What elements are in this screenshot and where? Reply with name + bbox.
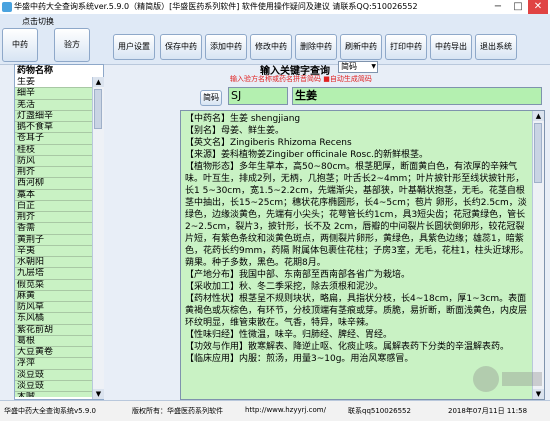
list-item[interactable]: 浮萍	[15, 358, 92, 370]
watermark-logo-icon	[473, 366, 542, 392]
list-item[interactable]: 羌活	[15, 99, 92, 111]
save-herb-button[interactable]: 保存中药	[160, 34, 202, 60]
list-item[interactable]: 木贼	[15, 392, 92, 397]
status-version: 华盛中药大全查询系统v5.9.0	[4, 407, 96, 415]
detail-paragraph: 【中药名】生姜 shengjiang	[185, 114, 301, 124]
window-title: 华盛中药大全查询系统ver.5.9.0（精简版）[华盛医药系列软件] 软件使用操…	[14, 2, 418, 11]
window-titlebar: 华盛中药大全查询系统ver.5.9.0（精简版）[华盛医药系列软件] 软件使用操…	[0, 0, 550, 15]
list-item[interactable]: 防风草	[15, 302, 92, 314]
herb-detail-text[interactable]: 【中药名】生姜 shengjiang 【别名】母姜、鲜生姜。 【英文名】Zing…	[180, 110, 545, 400]
delete-herb-button[interactable]: 删除中药	[295, 34, 337, 60]
detail-scrollbar[interactable]: ▲ ▼	[532, 111, 544, 399]
detail-paragraph: 【来源】姜科植物姜Zingiber officinale Rosc.的新鲜根茎。	[185, 150, 429, 160]
list-item[interactable]: 淡豆豉	[15, 380, 92, 392]
list-item[interactable]: 葛根	[15, 335, 92, 347]
exit-system-button[interactable]: 退出系统	[475, 34, 517, 60]
scroll-up-icon[interactable]: ▲	[533, 111, 544, 121]
code-field[interactable]: SJ	[228, 87, 288, 105]
status-date: 2018年07月11日 11:58	[448, 407, 528, 415]
list-item[interactable]: 西河柳	[15, 178, 92, 190]
list-item[interactable]: 大豆黄卷	[15, 347, 92, 359]
detail-paragraph: 【采收加工】秋、冬二季采挖，除去须根和泥沙。	[185, 282, 384, 292]
herb-list: 生姜 细辛 羌活 灯盏细辛 鹅不食草 苍耳子 桂枝 防风 荆芥 西河柳 藁本 白…	[15, 77, 92, 397]
scroll-thumb[interactable]	[534, 123, 542, 183]
list-item[interactable]: 黄荆子	[15, 234, 92, 246]
list-item[interactable]: 鹅不食草	[15, 122, 92, 134]
add-herb-button[interactable]: 添加中药	[205, 34, 247, 60]
detail-paragraph: 【药材性状】根茎呈不规则块状，略扁，具指状分枝，长4~18cm，厚1~3cm。表…	[185, 294, 528, 328]
list-item[interactable]: 辛夷	[15, 245, 92, 257]
export-herb-button[interactable]: 中药导出	[430, 34, 472, 60]
print-herb-button[interactable]: 打印中药	[385, 34, 427, 60]
close-icon[interactable]: ✕	[528, 0, 548, 14]
search-mode-select[interactable]: 简码 ▼	[338, 61, 378, 73]
refresh-herb-button[interactable]: 刷新中药	[340, 34, 382, 60]
code-button[interactable]: 简码	[200, 90, 222, 106]
herb-name-field[interactable]: 生姜	[292, 87, 542, 105]
search-mode-value: 简码	[341, 62, 357, 71]
list-item[interactable]: 荆芥	[15, 167, 92, 179]
edit-herb-button[interactable]: 修改中药	[250, 34, 292, 60]
detail-paragraph: 【功效与作用】散寒解表、降逆止呕、化痰止咳。属解表药下分类的辛温解表药。	[185, 342, 510, 352]
toolbar: 点击切换 中药 验方 用户设置 保存中药 添加中药 修改中药 删除中药 刷新中药…	[0, 14, 550, 65]
list-item[interactable]: 假苋菜	[15, 279, 92, 291]
switch-hint: 点击切换	[22, 17, 54, 26]
list-item[interactable]: 香薷	[15, 223, 92, 235]
list-item[interactable]: 荆芥	[15, 212, 92, 224]
list-item[interactable]: 防风	[15, 155, 92, 167]
scroll-down-icon[interactable]: ▼	[93, 389, 104, 399]
detail-paragraph: 【植物形态】多年生草本，高50~80cm。根茎肥厚，断面黄白色，有浓厚的辛辣气味…	[185, 162, 529, 268]
list-item[interactable]: 生姜	[15, 77, 92, 89]
detail-paragraph: 【英文名】Zingiberis Rhizoma Recens	[185, 138, 352, 148]
detail-paragraph: 【性味归经】性微温，味辛。归肺经、脾经、胃经。	[185, 330, 393, 340]
list-item[interactable]: 紫花前胡	[15, 324, 92, 336]
search-note: 输入验方名称或药名拼音简码 ■自动生成简码	[230, 75, 372, 83]
list-item[interactable]: 东风橘	[15, 313, 92, 325]
chevron-down-icon: ▼	[371, 63, 376, 70]
status-contact: 联系qq510026552	[348, 407, 411, 415]
list-item[interactable]: 九层塔	[15, 268, 92, 280]
user-settings-button[interactable]: 用户设置	[113, 34, 155, 60]
list-item[interactable]: 苍耳子	[15, 133, 92, 145]
status-url[interactable]: http://www.hzyyrj.com/	[245, 406, 326, 414]
list-item[interactable]: 淡豆豉	[15, 369, 92, 381]
herb-mode-button[interactable]: 中药	[2, 28, 38, 62]
list-item[interactable]: 藁本	[15, 189, 92, 201]
detail-paragraph: 【别名】母姜、鲜生姜。	[185, 126, 285, 136]
list-item[interactable]: 桂枝	[15, 144, 92, 156]
scroll-up-icon[interactable]: ▲	[93, 77, 104, 87]
herb-list-panel: 药物名称 生姜 细辛 羌活 灯盏细辛 鹅不食草 苍耳子 桂枝 防风 荆芥 西河柳…	[14, 64, 104, 400]
status-copyright: 版权所有：华盛医药系列软件	[132, 407, 223, 415]
herb-list-scrollbar[interactable]: ▲ ▼	[92, 77, 104, 399]
app-icon	[2, 2, 12, 12]
status-bar: 华盛中药大全查询系统v5.9.0 版权所有：华盛医药系列软件 http://ww…	[0, 400, 550, 421]
scroll-thumb[interactable]	[94, 89, 102, 129]
maximize-icon[interactable]: □	[508, 0, 528, 14]
list-item[interactable]: 灯盏细辛	[15, 110, 92, 122]
formula-mode-button[interactable]: 验方	[54, 28, 90, 62]
list-item[interactable]: 麻黄	[15, 290, 92, 302]
list-item[interactable]: 水朝阳	[15, 257, 92, 269]
herb-detail-body: 【中药名】生姜 shengjiang 【别名】母姜、鲜生姜。 【英文名】Zing…	[185, 113, 530, 365]
list-item[interactable]: 白芷	[15, 200, 92, 212]
list-item[interactable]: 细辛	[15, 88, 92, 100]
detail-paragraph: 【产地分布】我国中部、东南部至西南部各省广为栽培。	[185, 270, 411, 280]
minimize-icon[interactable]: −	[488, 0, 508, 14]
